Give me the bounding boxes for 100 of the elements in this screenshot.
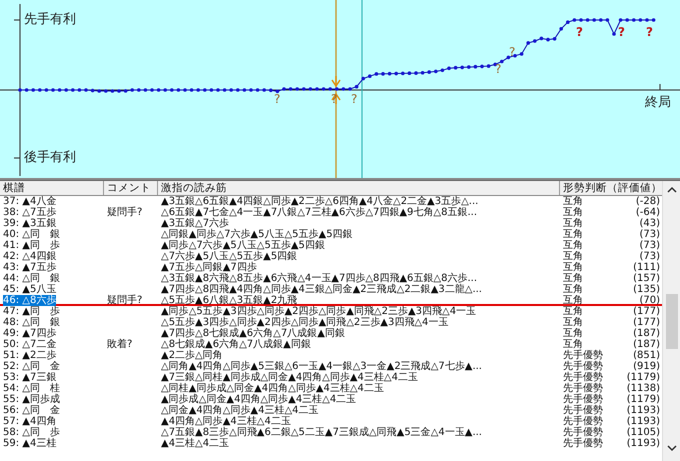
score-cell: (1193): [626, 416, 660, 427]
reading-cell: ▲同歩△7六歩▲5八玉△5五歩▲5四銀: [161, 240, 325, 251]
axis-label: 終局: [645, 95, 671, 110]
move-cell[interactable]: 40: △同 銀: [3, 229, 60, 240]
column-header[interactable]: 激指の読み筋: [158, 181, 560, 195]
move-cell[interactable]: 50: △7二金: [3, 339, 56, 350]
judgment-cell: 互角: [563, 339, 583, 350]
score-cell: (70): [639, 295, 660, 304]
judgment-cell: 互角: [563, 207, 583, 218]
question-mark: ?: [618, 26, 625, 39]
reading-cell: △6五銀▲7七金△4一玉▲7八銀△7三桂▲6六歩△7四銀▲9七角△8五銀...: [161, 207, 478, 218]
move-cell[interactable]: 49: ▲7四歩: [3, 328, 56, 339]
score-cell: (187): [633, 339, 660, 350]
move-cell[interactable]: 52: △同 金: [3, 361, 60, 372]
reading-cell: ▲7五歩△同銀▲7四歩: [161, 262, 257, 273]
question-mark: ?: [351, 93, 358, 106]
move-cell[interactable]: 38: △7五歩: [3, 207, 56, 218]
score-cell: (177): [633, 317, 660, 328]
score-cell: (177): [633, 306, 660, 317]
reading-cell: △同角▲4四角△同歩▲5三銀△6一玉▲4一銀△3一金▲2三飛成△7七歩▲...: [161, 361, 482, 372]
judgment-cell: 互角: [563, 284, 583, 295]
judgment-cell: 互角: [563, 273, 583, 284]
reading-cell: △3五銀▲8六飛△8五歩▲6六飛△4一玉▲7四歩△8四飛▲6五銀△8六歩...: [161, 273, 478, 284]
judgment-cell: 先手優勢: [563, 405, 603, 416]
score-cell: (135): [633, 284, 660, 295]
reading-cell: △5五歩▲6八銀△3五銀▲2九飛: [161, 295, 298, 306]
reading-cell: ▲7三銀△同桂▲同歩成△同金▲4四角△同歩▲4三桂△4二玉: [161, 372, 418, 383]
score-cell: (1179): [626, 372, 660, 383]
column-header[interactable]: コメント: [104, 181, 158, 195]
question-mark: ?: [509, 46, 516, 59]
move-cell[interactable]: 47: ▲同 歩: [3, 306, 60, 317]
judgment-cell: 互角: [563, 218, 583, 229]
move-cell[interactable]: 39: ▲3五銀: [3, 218, 56, 229]
score-cell: (1193): [626, 405, 660, 416]
score-cell: (187): [633, 328, 660, 339]
move-cell[interactable]: 57: ▲4四角: [3, 416, 56, 427]
reading-cell: ▲7四歩△8四飛▲4四角△同歩▲4三銀△同金▲2三飛成△2二銀▲3二龍△...: [161, 284, 482, 295]
score-cell: (43): [639, 218, 660, 229]
score-cell: (919): [633, 361, 660, 372]
reading-cell: △7六歩▲5八玉△5五歩▲5四銀: [161, 251, 298, 262]
move-cell[interactable]: 56: △同 金: [3, 405, 60, 416]
judgment-cell: 先手優勢: [563, 361, 603, 372]
reading-cell: △5五歩▲3四歩△同歩▲2四歩△同歩▲同飛△2三歩▲3四飛△4一玉: [161, 317, 448, 328]
judgment-cell: 互角: [563, 295, 583, 304]
judgment-cell: 先手優勢: [563, 350, 603, 361]
score-cell: (1193): [626, 438, 660, 449]
reading-cell: △同桂▲同歩成△同金▲4四角△同歩▲4三桂△4二玉: [161, 383, 384, 394]
reading-cell: △8七銀成▲6六角△7八成銀▲同銀: [161, 339, 311, 350]
question-mark: ?: [331, 93, 338, 106]
reading-cell: △同金▲4四角△同歩▲4三桂△4二玉: [161, 405, 319, 416]
move-cell[interactable]: 37: ▲4八金: [3, 196, 56, 207]
reading-cell: ▲4三桂△4二玉: [161, 438, 230, 449]
move-cell[interactable]: 46: △8六歩: [3, 295, 56, 306]
question-mark: ?: [495, 63, 502, 76]
move-cell[interactable]: 53: ▲7三銀: [3, 372, 56, 383]
score-cell: (1105): [626, 427, 660, 438]
score-cell: (851): [633, 350, 660, 361]
move-cell[interactable]: 42: △4四銀: [3, 251, 56, 262]
question-mark: ?: [646, 26, 653, 39]
judgment-cell: 互角: [563, 262, 583, 273]
judgment-cell: 先手優勢: [563, 427, 603, 438]
comment-cell: 敗着?: [107, 339, 132, 350]
reading-cell: ▲3五銀△6五銀▲4四銀△同歩▲2二歩△6四角▲4八金△2二金▲3五歩△...: [161, 196, 478, 207]
reading-cell: △同銀▲同歩△7六歩▲5八玉△5五歩▲5四銀: [161, 229, 353, 240]
judgment-cell: 互角: [563, 240, 583, 251]
score-cell: (111): [633, 262, 660, 273]
reading-cell: ▲同歩△5五歩▲3四歩△同歩▲2四歩△同歩▲同飛△2三歩▲3四飛△4一玉: [161, 306, 476, 317]
reading-cell: △7五銀▲8三歩△同飛▲6二銀△5二玉▲7三銀成△同飛▲5三金△4一玉▲...: [161, 427, 482, 438]
judgment-cell: 先手優勢: [563, 372, 603, 383]
score-cell: (1138): [626, 383, 660, 394]
judgment-cell: 先手優勢: [563, 438, 603, 449]
move-cell[interactable]: 51: ▲2二歩: [3, 350, 56, 361]
move-cell[interactable]: 58: △同 歩: [3, 427, 60, 438]
axis-label: 後手有利: [24, 150, 76, 165]
reading-cell: ▲7四歩△8七銀成▲6六角△7八成銀▲同銀: [161, 328, 345, 339]
column-header[interactable]: 棋譜: [0, 181, 104, 195]
reading-cell: ▲同歩成△同金▲4四角△同歩▲4三桂△4二玉: [161, 394, 356, 405]
move-cell[interactable]: 54: △同 桂: [3, 383, 60, 394]
comment-cell: 疑問手?: [107, 295, 142, 306]
judgment-cell: 互角: [563, 317, 583, 328]
score-cell: (1179): [626, 394, 660, 405]
judgment-cell: 互角: [563, 229, 583, 240]
move-cell[interactable]: 41: ▲同 歩: [3, 240, 60, 251]
move-cell[interactable]: 44: △同 銀: [3, 273, 60, 284]
move-cell[interactable]: 59: ▲4三桂: [3, 438, 56, 449]
column-header[interactable]: 形勢判断（評価値）: [560, 181, 662, 195]
question-mark: ?: [274, 93, 280, 106]
judgment-cell: 互角: [563, 196, 583, 207]
score-cell: (73): [639, 240, 660, 251]
move-cell[interactable]: 48: △同 銀: [3, 317, 60, 328]
score-cell: (-28): [636, 196, 660, 207]
question-mark: ?: [576, 26, 583, 39]
judgment-cell: 互角: [563, 306, 583, 317]
move-cell[interactable]: 55: ▲同歩成: [3, 394, 60, 405]
judgment-cell: 互角: [563, 251, 583, 262]
move-cell[interactable]: 43: ▲7五歩: [3, 262, 56, 273]
move-cell[interactable]: 45: ▲5八玉: [3, 284, 56, 295]
judgment-cell: 先手優勢: [563, 416, 603, 427]
axis-label: 先手有利: [24, 12, 76, 27]
judgment-cell: 互角: [563, 328, 583, 339]
